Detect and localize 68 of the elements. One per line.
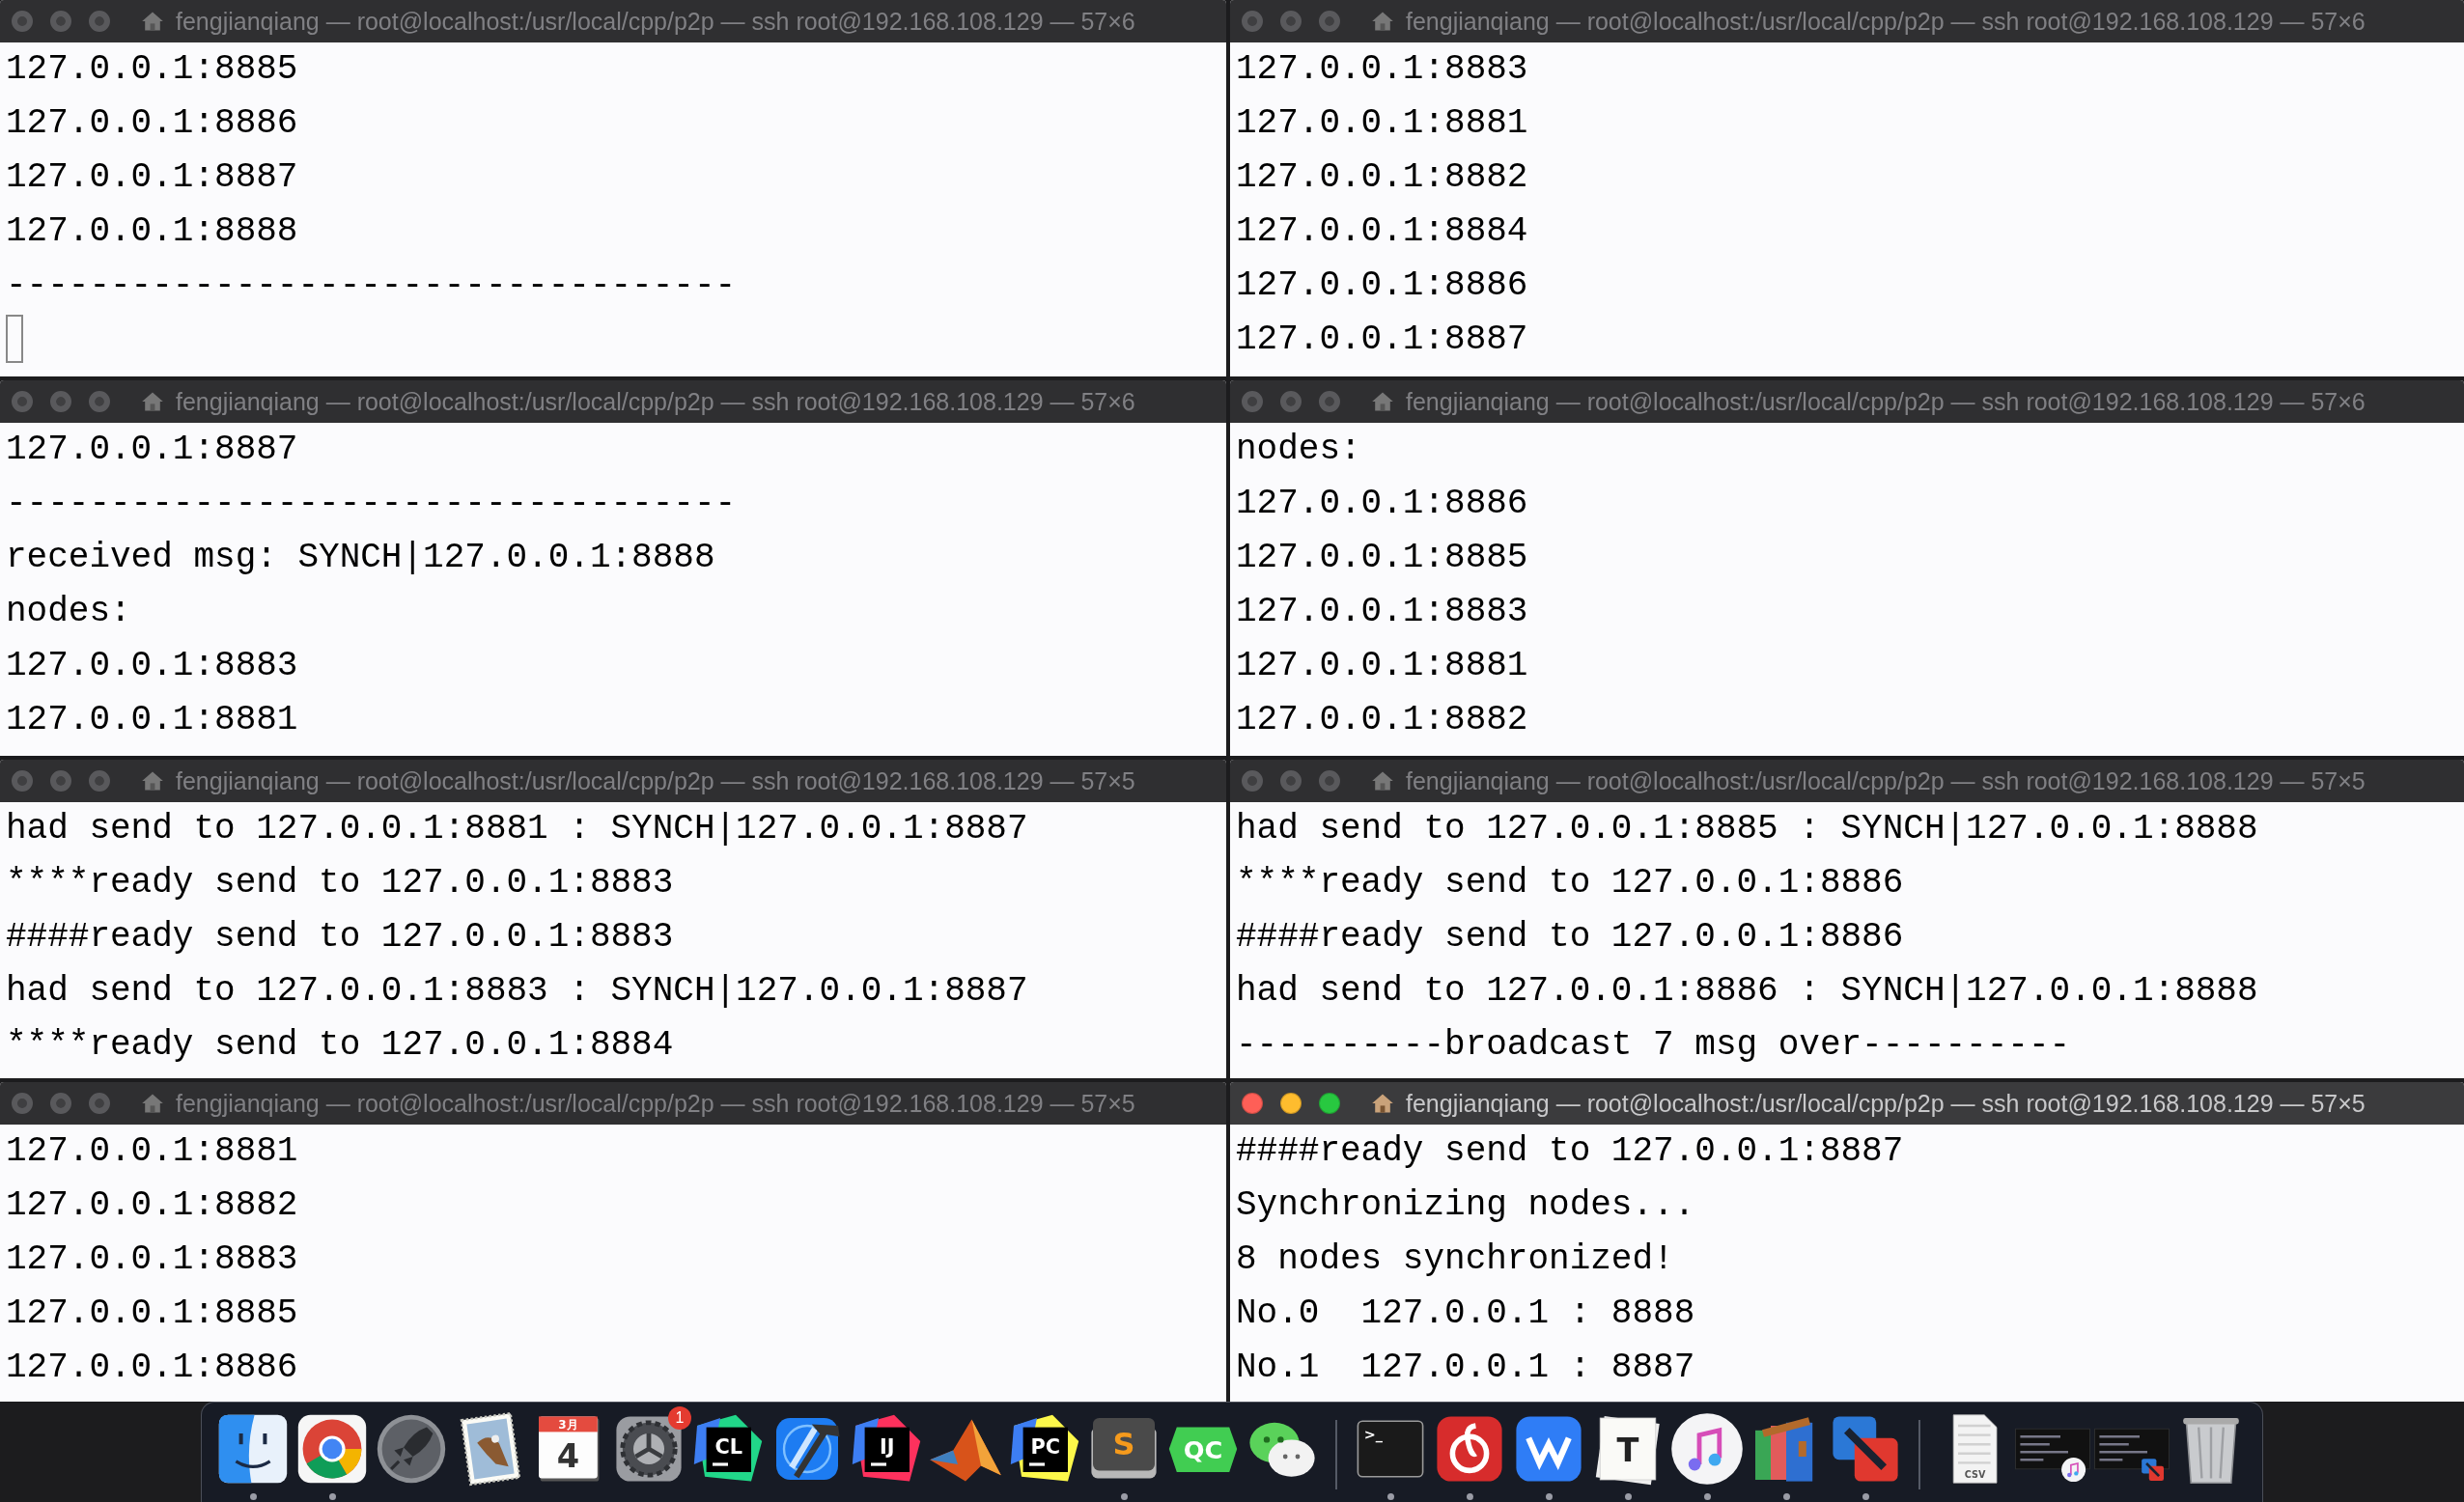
terminal-line: received msg: SYNCH|127.0.0.1:8888 <box>6 537 716 579</box>
terminal-line: 127.0.0.1:8883 <box>1236 591 1529 633</box>
terminal-line: ####ready send to 127.0.0.1:8886 <box>1236 916 1905 959</box>
terminal-line: 127.0.0.1:8887 <box>1236 319 1529 361</box>
terminal-line: 127.0.0.1:8886 <box>6 1347 299 1389</box>
terminal-line: 127.0.0.1:8881 <box>6 1130 299 1173</box>
terminal-line: 8 nodes synchronized! <box>1236 1238 1675 1281</box>
terminal-line: ####ready send to 127.0.0.1:8887 <box>1236 1130 1905 1173</box>
close-button[interactable] <box>12 1093 33 1114</box>
notification-badge: 1 <box>668 1406 691 1430</box>
close-button[interactable] <box>1242 770 1263 792</box>
music-note-icon[interactable] <box>1668 1410 1746 1488</box>
close-button[interactable] <box>12 11 33 32</box>
terminal-line: ----------------------------------- <box>6 483 738 525</box>
house-icon <box>141 769 164 793</box>
terminal-line: ****ready send to 127.0.0.1:8883 <box>6 862 675 904</box>
terminal-line: 127.0.0.1:8881 <box>1236 645 1529 687</box>
terminal-line: 127.0.0.1:8882 <box>1236 699 1529 741</box>
terminal-line: ----------broadcast 7 msg over---------- <box>1236 1024 2072 1067</box>
terminal-line: nodes: <box>1236 429 1362 471</box>
terminal-line: had send to 127.0.0.1:8886 : SYNCH|127.0.0.1:8888 <box>1236 970 2259 1013</box>
window-title: fengjianqiang — root@localhost:/usr/local/cpp/p2p — ssh root@192.168.108.129 — 57×5 <box>176 766 1135 795</box>
window-title: fengjianqiang — root@localhost:/usr/local/cpp/p2p — ssh root@192.168.108.129 — 57×6 <box>176 7 1135 36</box>
close-button[interactable] <box>12 391 33 412</box>
window-title: fengjianqiang — root@localhost:/usr/local/cpp/p2p — ssh root@192.168.108.129 — 57×6 <box>176 387 1135 416</box>
terminal-line: 127.0.0.1:8885 <box>6 48 299 91</box>
house-icon <box>141 10 164 33</box>
terminal-line: 127.0.0.1:8887 <box>6 156 299 199</box>
terminal-line: 127.0.0.1:8888 <box>6 210 299 253</box>
terminal-line: 127.0.0.1:8884 <box>1236 210 1529 253</box>
terminal-line: ####ready send to 127.0.0.1:8883 <box>6 916 675 959</box>
window-title: fengjianqiang — root@localhost:/usr/local/cpp/p2p — ssh root@192.168.108.129 — 57×6 <box>1406 387 2366 416</box>
terminal-line: ----------------------------------- <box>6 264 738 307</box>
terminal-line: 127.0.0.1:8881 <box>1236 102 1529 145</box>
terminal-line: had send to 127.0.0.1:8885 : SYNCH|127.0.0.1:8888 <box>1236 808 2259 850</box>
close-button[interactable] <box>12 770 33 792</box>
terminal-line: 127.0.0.1:8887 <box>6 429 299 471</box>
house-icon <box>1371 390 1394 413</box>
terminal-line: 127.0.0.1:8882 <box>1236 156 1529 199</box>
terminal-line: 127.0.0.1:8885 <box>1236 537 1529 579</box>
terminal-line: 127.0.0.1:8882 <box>6 1184 299 1227</box>
house-icon <box>141 1092 164 1115</box>
window-title: fengjianqiang — root@localhost:/usr/local/cpp/p2p — ssh root@192.168.108.129 — 57×5 <box>1406 1089 2366 1118</box>
terminal-line: No.0 127.0.0.1 : 8888 <box>1236 1293 1696 1335</box>
close-button[interactable] <box>1242 391 1263 412</box>
terminal-line: No.1 127.0.0.1 : 8887 <box>1236 1347 1696 1389</box>
terminal-line: 127.0.0.1:8883 <box>6 1238 299 1281</box>
close-button[interactable] <box>1242 11 1263 32</box>
window-title: fengjianqiang — root@localhost:/usr/local/cpp/p2p — ssh root@192.168.108.129 — 57×6 <box>1406 7 2366 36</box>
terminal-line: had send to 127.0.0.1:8883 : SYNCH|127.0.0.1:8887 <box>6 970 1029 1013</box>
house-icon <box>1371 769 1394 793</box>
terminal-line: 127.0.0.1:8885 <box>6 1293 299 1335</box>
house-icon <box>141 390 164 413</box>
terminal-line: ****ready send to 127.0.0.1:8886 <box>1236 862 1905 904</box>
terminal-line: 127.0.0.1:8886 <box>1236 264 1529 307</box>
house-icon <box>1371 1092 1394 1115</box>
terminal-line: Synchronizing nodes... <box>1236 1184 1696 1227</box>
terminal-line: nodes: <box>6 591 132 633</box>
terminal-line: 127.0.0.1:8881 <box>6 699 299 741</box>
window-title: fengjianqiang — root@localhost:/usr/local/cpp/p2p — ssh root@192.168.108.129 — 57×5 <box>176 1089 1135 1118</box>
terminal-line: ****ready send to 127.0.0.1:8884 <box>6 1024 675 1067</box>
window-title: fengjianqiang — root@localhost:/usr/local/cpp/p2p — ssh root@192.168.108.129 — 57×5 <box>1406 766 2366 795</box>
terminal-line: 127.0.0.1:8886 <box>6 102 299 145</box>
terminal-line: 127.0.0.1:8883 <box>1236 48 1529 91</box>
terminal-line: 127.0.0.1:8883 <box>6 645 299 687</box>
terminal-line: had send to 127.0.0.1:8881 : SYNCH|127.0.0.1:8887 <box>6 808 1029 850</box>
house-icon <box>1371 10 1394 33</box>
terminal-line: 127.0.0.1:8886 <box>1236 483 1529 525</box>
